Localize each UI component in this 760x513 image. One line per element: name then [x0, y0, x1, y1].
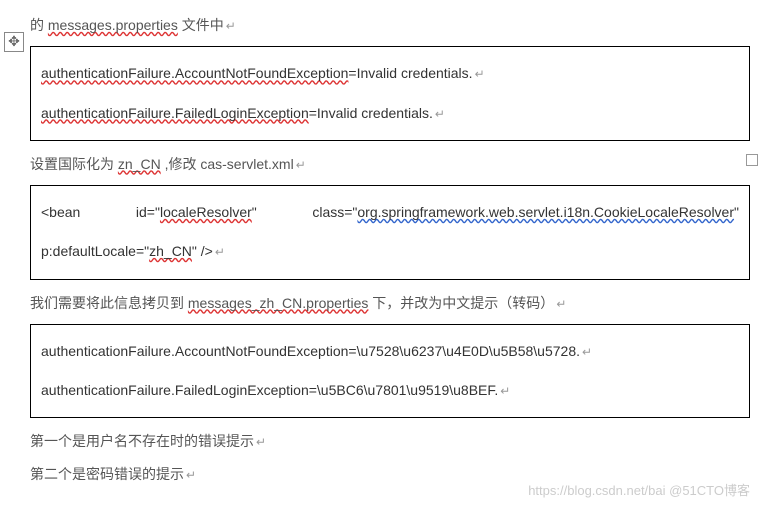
footer-text-1: 第一个是用户名不存在时的错误提示 — [30, 433, 254, 449]
pilcrow-icon: ↵ — [475, 67, 485, 81]
intro-suffix: 文件中 — [178, 17, 224, 33]
pilcrow-icon: ↵ — [215, 245, 225, 259]
prop-key-2: authenticationFailure.FailedLoginExcepti… — [41, 105, 309, 121]
pilcrow-icon: ↵ — [186, 468, 196, 482]
bean-locale: zh_CN — [149, 243, 192, 259]
locale-text: zn_CN — [118, 156, 161, 172]
resize-handle-icon[interactable] — [746, 154, 758, 166]
pilcrow-icon: ↵ — [556, 297, 566, 311]
footer-text-2: 第二个是密码错误的提示 — [30, 466, 184, 482]
bean-l2b: " /> — [192, 243, 213, 259]
code-box-2: <bean id="localeResolver" class="org.spr… — [30, 185, 750, 279]
pilcrow-icon: ↵ — [296, 158, 306, 172]
pilcrow-icon: ↵ — [582, 345, 592, 359]
prop-val-2: =Invalid credentials. — [309, 105, 433, 121]
copy-line: 我们需要将此信息拷贝到 messages_zh_CN.properties 下，… — [30, 292, 750, 314]
intro-prefix: 的 — [30, 17, 48, 33]
code-box-1: authenticationFailure.AccountNotFoundExc… — [30, 46, 750, 140]
pilcrow-icon: ↵ — [500, 384, 510, 398]
unicode-line-2: authenticationFailure.FailedLoginExcepti… — [41, 382, 498, 398]
bean-class: org.springframework.web.servlet.i18n.Coo… — [357, 204, 734, 220]
bean-id: localeResolver — [160, 204, 252, 220]
i18n-t2: ,修改 cas-servlet.xml — [161, 156, 294, 172]
i18n-line: 设置国际化为 zn_CN ,修改 cas-servlet.xml↵ — [30, 153, 750, 175]
intro-line: 的 messages.properties 文件中↵ — [30, 14, 750, 36]
bean-t2: " — [734, 204, 739, 220]
pilcrow-icon: ↵ — [256, 435, 266, 449]
bean-l2a: p:defaultLocale=" — [41, 243, 149, 259]
filename-messages: messages.properties — [48, 17, 178, 33]
code-box-3: authenticationFailure.AccountNotFoundExc… — [30, 324, 750, 418]
move-handle-icon[interactable]: ✥ — [4, 32, 24, 52]
unicode-line-1: authenticationFailure.AccountNotFoundExc… — [41, 343, 580, 359]
watermark-text: https://blog.csdn.net/bai @51CTO博客 — [528, 480, 750, 499]
bean-t0: <bean id=" — [41, 204, 160, 220]
pilcrow-icon: ↵ — [435, 107, 445, 121]
i18n-t1: 设置国际化为 — [30, 156, 118, 172]
copy-t1: 我们需要将此信息拷贝到 — [30, 295, 188, 311]
prop-val-1: =Invalid credentials. — [348, 65, 472, 81]
bean-t1: " class=" — [252, 204, 358, 220]
pilcrow-icon: ↵ — [226, 19, 236, 33]
prop-key-1: authenticationFailure.AccountNotFoundExc… — [41, 65, 348, 81]
footer-para-1: 第一个是用户名不存在时的错误提示↵ — [30, 430, 750, 452]
filename-zh: messages_zh_CN.properties — [188, 295, 369, 311]
copy-t2: 下，并改为中文提示（转码） — [368, 295, 554, 311]
